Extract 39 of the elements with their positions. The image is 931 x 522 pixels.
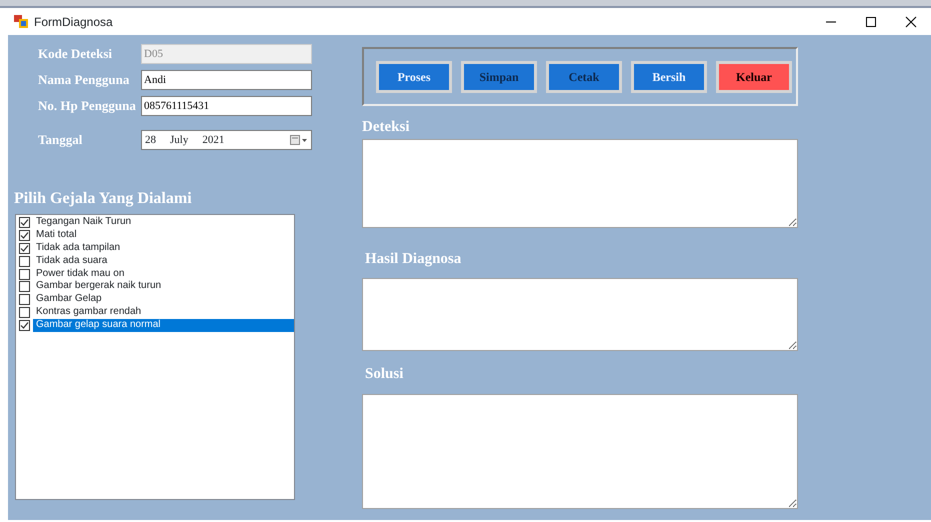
- action-button[interactable]: Keluar: [716, 60, 792, 92]
- list-item[interactable]: Gambar gelap suara normal: [33, 319, 294, 332]
- list-item[interactable]: Power tidak mau on: [33, 268, 294, 280]
- list-item[interactable]: Tidak ada tampilan: [33, 242, 294, 255]
- list-item[interactable]: Kontras gambar rendah: [33, 306, 294, 320]
- output-box[interactable]: [362, 278, 798, 351]
- close-icon: [905, 16, 917, 28]
- checkbox[interactable]: [19, 256, 30, 267]
- checkbox[interactable]: [19, 320, 30, 332]
- field-label: Nama Pengguna: [37, 71, 130, 90]
- action-button[interactable]: Proses: [376, 60, 452, 92]
- app-icon: [14, 14, 28, 28]
- text-field[interactable]: 085761115431: [141, 96, 312, 116]
- output-box[interactable]: [362, 138, 798, 228]
- checkbox[interactable]: [19, 281, 30, 292]
- list-item[interactable]: Mati total: [33, 228, 294, 242]
- date-picker[interactable]: 28 July 2021: [141, 130, 312, 150]
- text-field[interactable]: Andi: [141, 70, 312, 90]
- calendar-icon[interactable]: [290, 135, 308, 146]
- list-item[interactable]: Gambar bergerak naik turun: [33, 280, 294, 294]
- field-label: Kode Deteksi: [37, 45, 114, 64]
- checkbox[interactable]: [19, 307, 30, 318]
- list-item[interactable]: Tegangan Naik Turun: [33, 216, 294, 229]
- action-button[interactable]: Bersih: [631, 60, 707, 92]
- section-label: Deteksi: [362, 118, 410, 137]
- window-title: FormDiagnosa: [34, 14, 113, 28]
- field-label: Tanggal: [37, 131, 84, 150]
- checkbox[interactable]: [19, 242, 30, 254]
- checkbox[interactable]: [19, 268, 30, 280]
- group-title: Pilih Gejala Yang Dialami: [14, 189, 193, 209]
- checkbox[interactable]: [19, 216, 30, 228]
- maximize-icon: [865, 16, 877, 28]
- list-item[interactable]: Gambar Gelap: [33, 293, 294, 306]
- list-item[interactable]: Tidak ada suara: [33, 254, 294, 268]
- field-label: No. Hp Pengguna: [37, 97, 137, 116]
- section-label: Solusi: [364, 365, 404, 384]
- section-label: Hasil Diagnosa: [364, 250, 462, 268]
- checkbox[interactable]: [19, 294, 30, 306]
- checkbox[interactable]: [19, 230, 30, 241]
